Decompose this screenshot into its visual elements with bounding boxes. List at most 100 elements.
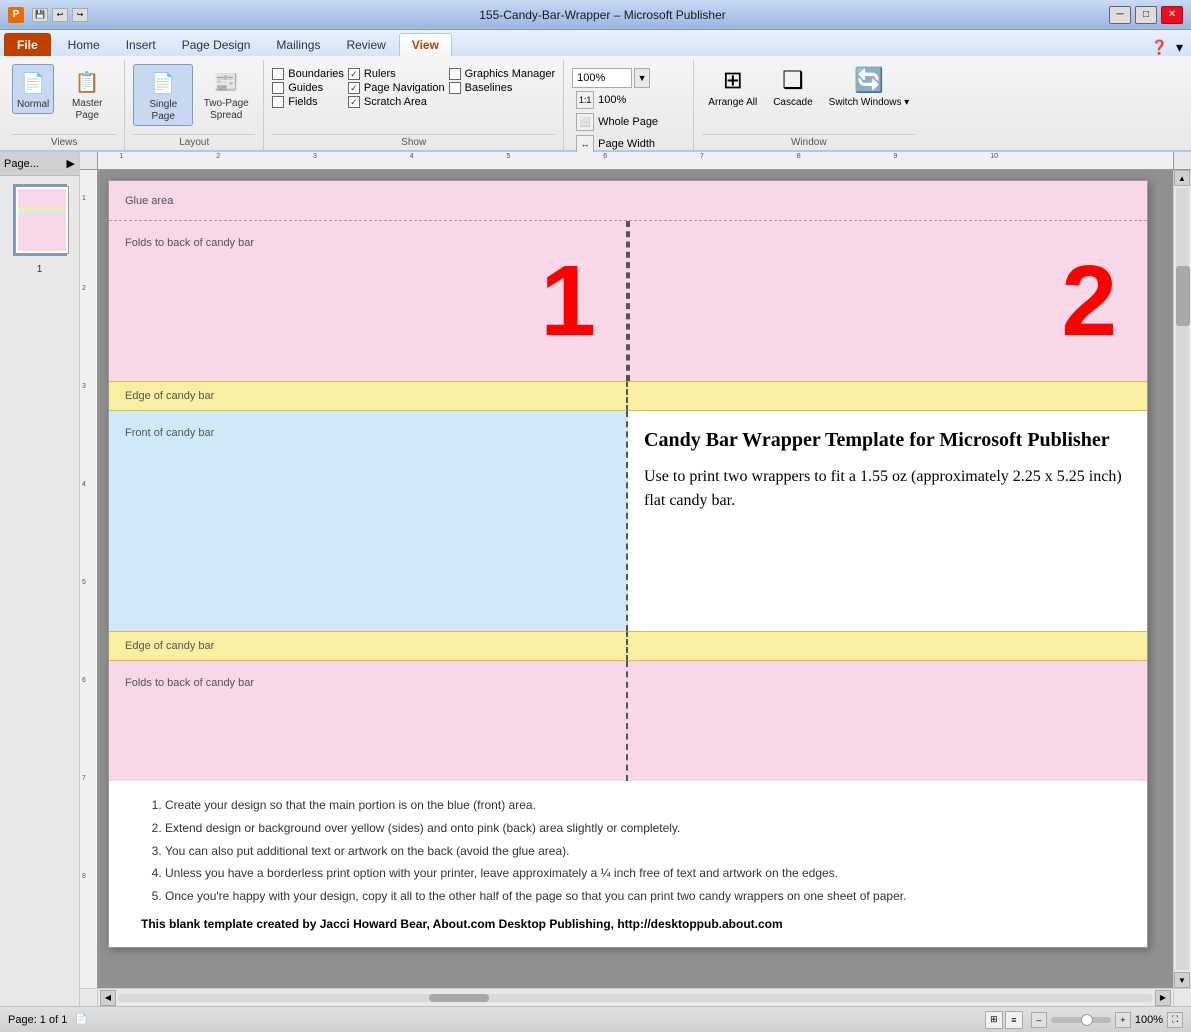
cascade-icon: ❑ [782, 66, 804, 95]
views-content: 📄 Normal 📋 Master Page [12, 60, 116, 134]
page-navigation-checkbox[interactable]: Page Navigation [348, 82, 445, 94]
wrapper-title: Candy Bar Wrapper Template for Microsoft… [644, 427, 1131, 453]
scratch-area-checkbox[interactable]: Scratch Area [348, 96, 445, 108]
tab-review[interactable]: Review [333, 33, 398, 56]
zoom-level-label: 100% [1135, 1014, 1163, 1026]
status-right: ⊞ ≡ – + 100% ⛶ [985, 1011, 1183, 1029]
ribbon-collapse-button[interactable]: ▾ [1172, 39, 1187, 56]
window-title: 155-Candy-Bar-Wrapper – Microsoft Publis… [96, 8, 1109, 22]
tab-view[interactable]: View [399, 33, 452, 56]
v-scroll-thumb[interactable] [1176, 266, 1190, 326]
instructions-area: Create your design so that the main port… [109, 781, 1147, 947]
baselines-checkbox[interactable]: Baselines [449, 82, 556, 94]
instruction-2: Extend design or background over yellow … [165, 820, 1115, 837]
fields-cb-box [272, 96, 284, 108]
h-scroll-track[interactable] [118, 994, 1153, 1002]
single-page-button[interactable]: 📄 Single Page [133, 64, 193, 126]
view-icon-1[interactable]: ⊞ [985, 1011, 1003, 1029]
canvas-scroll-area[interactable]: Glue area Folds to back of candy bar 1 2 [98, 170, 1173, 988]
zoom-in-button[interactable]: + [1115, 1012, 1131, 1028]
zoom-out-button[interactable]: – [1031, 1012, 1047, 1028]
back-section: Folds to back of candy bar 1 2 [109, 221, 1147, 381]
bottom-back-section: Folds to back of candy bar [109, 661, 1147, 781]
h-scroll-left-button[interactable]: ◀ [100, 990, 116, 1006]
zoom-input[interactable] [572, 68, 632, 88]
tab-home[interactable]: Home [55, 33, 113, 56]
view-icon-2[interactable]: ≡ [1005, 1011, 1023, 1029]
whole-page-icon: ⬜ [576, 113, 594, 131]
zoom-slider-thumb[interactable] [1081, 1014, 1093, 1026]
guides-checkbox[interactable]: Guides [272, 82, 344, 94]
fields-checkbox[interactable]: Fields [272, 96, 344, 108]
rulers-checkbox[interactable]: Rulers [348, 68, 445, 80]
show-group-label: Show [272, 134, 555, 150]
maximize-button[interactable]: □ [1135, 6, 1157, 24]
normal-view-button[interactable]: 📄 Normal [12, 64, 54, 114]
page-width-button[interactable]: ↔ Page Width [572, 134, 685, 154]
v-scroll-down-button[interactable]: ▼ [1174, 972, 1190, 988]
boundaries-checkbox[interactable]: Boundaries [272, 68, 344, 80]
scratch-area-cb-box [348, 96, 360, 108]
tab-file[interactable]: File [4, 33, 51, 56]
vertical-scrollbar[interactable]: ▲ ▼ [1173, 170, 1191, 988]
instruction-5: Once you're happy with your design, copy… [165, 888, 1115, 905]
guides-label: Guides [288, 82, 323, 94]
whole-page-button[interactable]: ⬜ Whole Page [572, 112, 685, 132]
switch-windows-icon: 🔄 [854, 66, 884, 95]
zoom-status-area: – + 100% ⛶ [1031, 1012, 1183, 1028]
v-scroll-up-button[interactable]: ▲ [1174, 170, 1190, 186]
quick-access-save[interactable]: 💾 [32, 8, 48, 22]
show-checkboxes-third: Graphics Manager Baselines [449, 64, 556, 94]
master-page-button[interactable]: 📋 Master Page [58, 64, 116, 124]
quick-access-redo[interactable]: ↪ [72, 8, 88, 22]
zoom-dropdown-button[interactable]: ▼ [634, 68, 650, 88]
attribution-content: This blank template created by Jacci How… [141, 917, 783, 931]
h-scroll-corner-right [1173, 988, 1191, 1006]
h-scroll-thumb[interactable] [429, 994, 489, 1002]
tab-page-design[interactable]: Page Design [169, 33, 264, 56]
ruler-corner [80, 152, 98, 170]
two-page-spread-button[interactable]: 📰 Two-Page Spread [197, 64, 255, 124]
number-2-display: 2 [1061, 251, 1117, 351]
h-scroll-corner [80, 988, 98, 1006]
vertical-ruler: 1 2 3 4 5 6 7 8 [80, 170, 98, 988]
front-label: Front of candy bar [109, 411, 626, 455]
page-thumbnail-1[interactable] [13, 184, 67, 256]
fullscreen-button[interactable]: ⛶ [1167, 1012, 1183, 1028]
v-scroll-track[interactable] [1176, 188, 1189, 970]
h-scroll-right-button[interactable]: ▶ [1155, 990, 1171, 1006]
layout-content: 📄 Single Page 📰 Two-Page Spread [133, 60, 255, 134]
master-page-icon: 📋 [71, 66, 103, 98]
cascade-button[interactable]: ❑ Cascade [767, 64, 818, 110]
glue-area-label: Glue area [125, 195, 173, 207]
title-bar: P 💾 ↩ ↪ 155-Candy-Bar-Wrapper – Microsof… [0, 0, 1191, 30]
tab-mailings[interactable]: Mailings [263, 33, 333, 56]
edge-bottom-label: Edge of candy bar [125, 640, 214, 652]
horizontal-scrollbar[interactable]: ◀ ▶ [98, 988, 1173, 1006]
minimize-button[interactable]: ─ [1109, 6, 1131, 24]
zoom-slider[interactable] [1051, 1017, 1111, 1023]
zoom-100-button[interactable]: 1:1 100% [572, 90, 685, 110]
guides-cb-box [272, 82, 284, 94]
baselines-label: Baselines [465, 82, 513, 94]
attribution-text: This blank template created by Jacci How… [141, 917, 1115, 931]
help-button[interactable]: ❓ [1147, 39, 1172, 56]
normal-label: Normal [17, 99, 49, 111]
single-page-label: Single Page [138, 99, 188, 123]
page-panel-expand[interactable]: ▶ [67, 157, 75, 170]
ribbon-group-views: 📄 Normal 📋 Master Page Views [4, 60, 125, 150]
boundaries-cb-box [272, 68, 284, 80]
arrange-all-button[interactable]: ⊞ Arrange All [702, 64, 763, 110]
close-button[interactable]: ✕ [1161, 6, 1183, 24]
page-panel-title: Page... [4, 158, 39, 170]
view-icons: ⊞ ≡ [985, 1011, 1023, 1029]
baselines-cb-box [449, 82, 461, 94]
page-thumb-inner [15, 186, 69, 254]
graphics-manager-checkbox[interactable]: Graphics Manager [449, 68, 556, 80]
switch-windows-button[interactable]: 🔄 Switch Windows ▾ [823, 64, 916, 110]
graphics-manager-label: Graphics Manager [465, 68, 556, 80]
quick-access-undo[interactable]: ↩ [52, 8, 68, 22]
document-canvas: Glue area Folds to back of candy bar 1 2 [108, 180, 1148, 948]
tab-insert[interactable]: Insert [113, 33, 169, 56]
page-width-icon: ↔ [576, 135, 594, 153]
